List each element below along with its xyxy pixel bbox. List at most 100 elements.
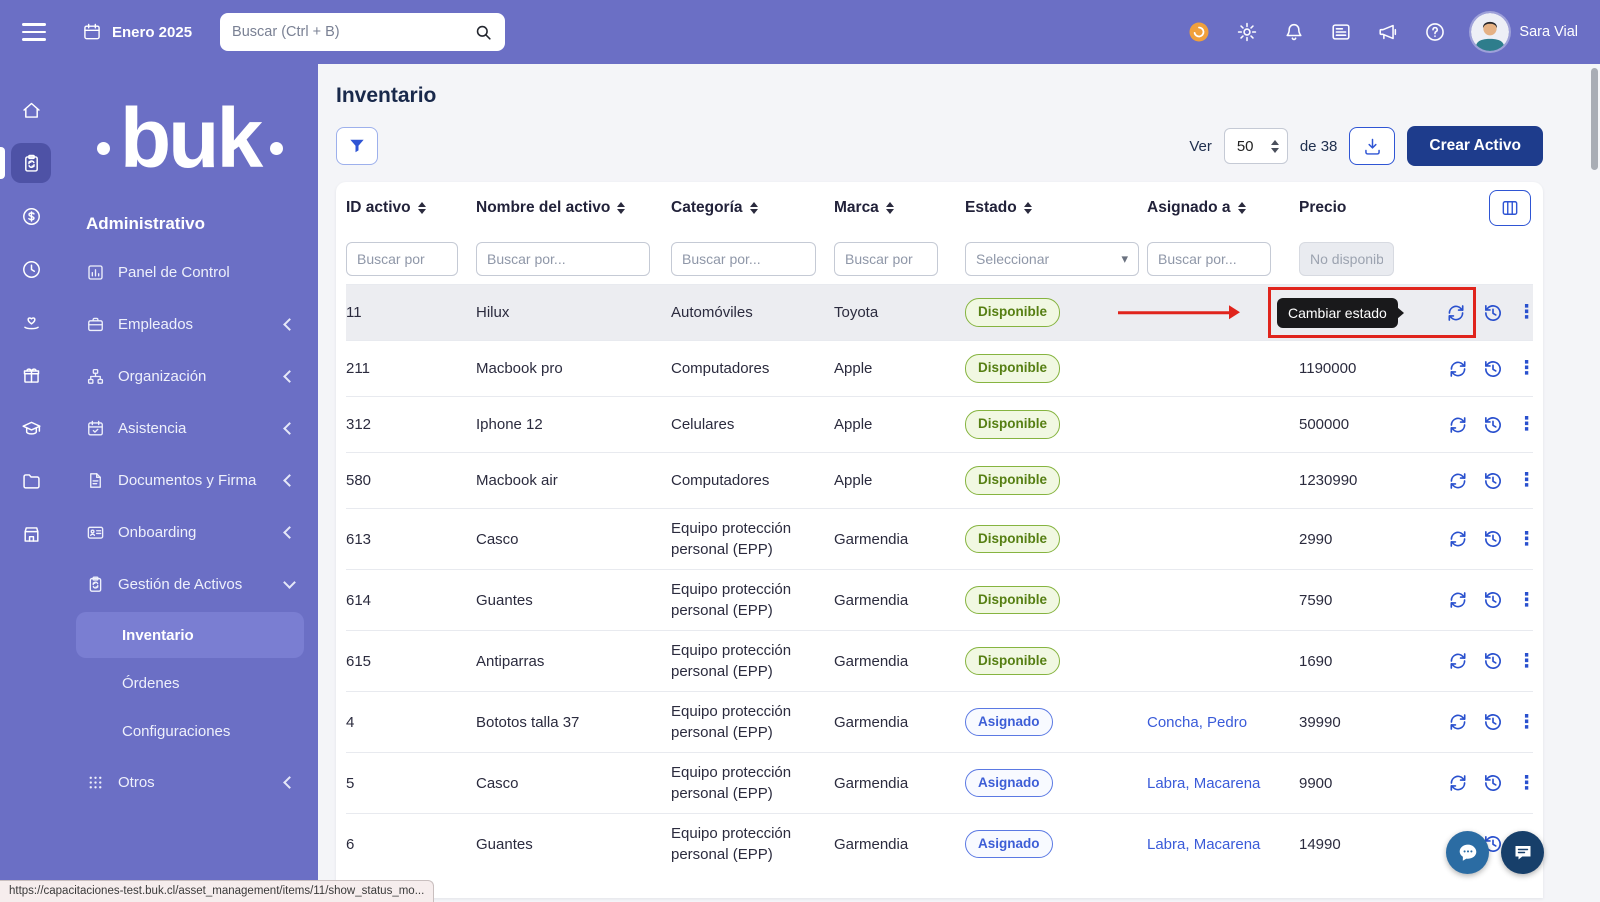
change-status-icon[interactable] [1445,302,1467,324]
table-row[interactable]: 5 Casco Equipo protección personal (EPP)… [346,752,1533,813]
table-row[interactable]: 615 Antiparras Equipo protección persona… [346,630,1533,691]
table-row[interactable]: 211 Macbook pro Computadores Apple Dispo… [346,340,1533,396]
col-name[interactable]: Nombre del activo [476,199,671,217]
row-menu-icon[interactable]: ⋮ [1517,303,1529,322]
period-selector[interactable]: Enero 2025 [82,22,192,42]
history-icon[interactable] [1482,414,1504,436]
create-asset-button[interactable]: Crear Activo [1407,126,1543,166]
avatar[interactable] [1471,13,1509,51]
row-menu-icon[interactable]: ⋮ [1517,713,1529,732]
history-icon[interactable] [1482,528,1504,550]
chat-window-button[interactable] [1501,831,1544,874]
assigned-link[interactable]: Labra, Macarena [1147,836,1260,853]
settings-icon[interactable] [1236,21,1258,43]
gifts-icon[interactable] [11,355,51,395]
history-icon[interactable] [1482,302,1504,324]
filter-button[interactable] [336,127,378,165]
row-menu-icon[interactable]: ⋮ [1517,530,1529,549]
rewards-icon[interactable] [1187,20,1211,44]
col-category[interactable]: Categoría [671,199,834,217]
row-menu-icon[interactable]: ⋮ [1517,591,1529,610]
home-icon[interactable] [11,90,51,130]
change-status-icon[interactable] [1447,414,1469,436]
table-row[interactable]: 11 Hilux Automóviles Toyota Disponible ⋮… [346,284,1533,340]
sort-icon[interactable] [886,202,894,214]
row-menu-icon[interactable]: ⋮ [1517,652,1529,671]
filter-status-select[interactable]: Seleccionar ▾ [965,242,1139,276]
sort-icon[interactable] [418,202,426,214]
page-size-select[interactable]: 50 [1224,128,1288,164]
col-assigned[interactable]: Asignado a [1147,199,1299,217]
filter-id-input[interactable] [346,242,458,276]
change-status-icon[interactable] [1447,470,1469,492]
news-icon[interactable] [1330,21,1352,43]
marketplace-icon[interactable] [11,514,51,554]
table-row[interactable]: 4 Bototos talla 37 Equipo protección per… [346,691,1533,752]
table-row[interactable]: 580 Macbook air Computadores Apple Dispo… [346,452,1533,508]
assets-module-icon[interactable] [11,143,51,183]
table-row[interactable]: 613 Casco Equipo protección personal (EP… [346,508,1533,569]
assigned-link[interactable]: Concha, Pedro [1147,714,1247,731]
change-status-icon[interactable] [1447,772,1469,794]
change-status-icon[interactable] [1447,589,1469,611]
sidebar-item-documentos-y-firma[interactable]: Documentos y Firma [76,454,304,506]
search-icon[interactable] [474,23,493,42]
change-status-icon[interactable] [1447,650,1469,672]
history-icon[interactable] [1482,772,1504,794]
change-status-icon[interactable] [1447,528,1469,550]
menu-icon[interactable] [22,23,46,41]
sidebar-item-empleados[interactable]: Empleados [76,298,304,350]
filter-name-input[interactable] [476,242,650,276]
payroll-icon[interactable] [11,196,51,236]
filter-assigned-input[interactable] [1147,242,1271,276]
time-icon[interactable] [11,249,51,289]
sidebar-item-onboarding[interactable]: Onboarding [76,506,304,558]
notifications-icon[interactable] [1283,21,1305,43]
row-menu-icon[interactable]: ⋮ [1517,471,1529,490]
search-input[interactable] [232,24,474,40]
help-icon[interactable] [1424,21,1446,43]
col-status[interactable]: Estado [965,199,1147,217]
column-visibility-button[interactable] [1489,190,1531,226]
sort-icon[interactable] [1024,202,1032,214]
history-icon[interactable] [1482,711,1504,733]
table-row[interactable]: 312 Iphone 12 Celulares Apple Disponible… [346,396,1533,452]
sort-icon[interactable] [617,202,625,214]
filter-category-input[interactable] [671,242,816,276]
user-menu[interactable]: Sara Vial [1471,13,1578,51]
sidebar-item-otros[interactable]: Otros [76,756,304,808]
announcements-icon[interactable] [1377,21,1399,43]
sidebar-item-panel-de-control[interactable]: Panel de Control [76,246,304,298]
sort-icon[interactable] [1238,202,1246,214]
col-id[interactable]: ID activo [346,199,476,217]
sidebar-subitem-ordenes[interactable]: Órdenes [76,660,304,706]
sidebar-subitem-inventario[interactable]: Inventario [76,612,304,658]
sidebar-item-gestion-de-activos[interactable]: Gestión de Activos [76,558,304,610]
row-menu-icon[interactable]: ⋮ [1517,415,1529,434]
scrollbar[interactable] [1591,68,1598,170]
change-status-icon[interactable] [1447,358,1469,380]
chat-bubble-button[interactable] [1446,831,1489,874]
col-brand[interactable]: Marca [834,199,965,217]
filter-brand-input[interactable] [834,242,938,276]
row-menu-icon[interactable]: ⋮ [1517,359,1529,378]
sort-icon[interactable] [750,202,758,214]
history-icon[interactable] [1482,358,1504,380]
export-button[interactable] [1349,127,1395,165]
search-box[interactable] [220,13,505,51]
files-icon[interactable] [11,461,51,501]
cell-price: 14990 [1299,834,1430,855]
benefits-icon[interactable] [11,302,51,342]
change-status-icon[interactable] [1447,711,1469,733]
sidebar-item-asistencia[interactable]: Asistencia [76,402,304,454]
table-row[interactable]: 6 Guantes Equipo protección personal (EP… [346,813,1533,874]
assigned-link[interactable]: Labra, Macarena [1147,775,1260,792]
row-menu-icon[interactable]: ⋮ [1517,774,1529,793]
history-icon[interactable] [1482,650,1504,672]
history-icon[interactable] [1482,589,1504,611]
training-icon[interactable] [11,408,51,448]
table-row[interactable]: 614 Guantes Equipo protección personal (… [346,569,1533,630]
sidebar-item-organizacion[interactable]: Organización [76,350,304,402]
history-icon[interactable] [1482,470,1504,492]
sidebar-subitem-configuraciones[interactable]: Configuraciones [76,708,304,754]
